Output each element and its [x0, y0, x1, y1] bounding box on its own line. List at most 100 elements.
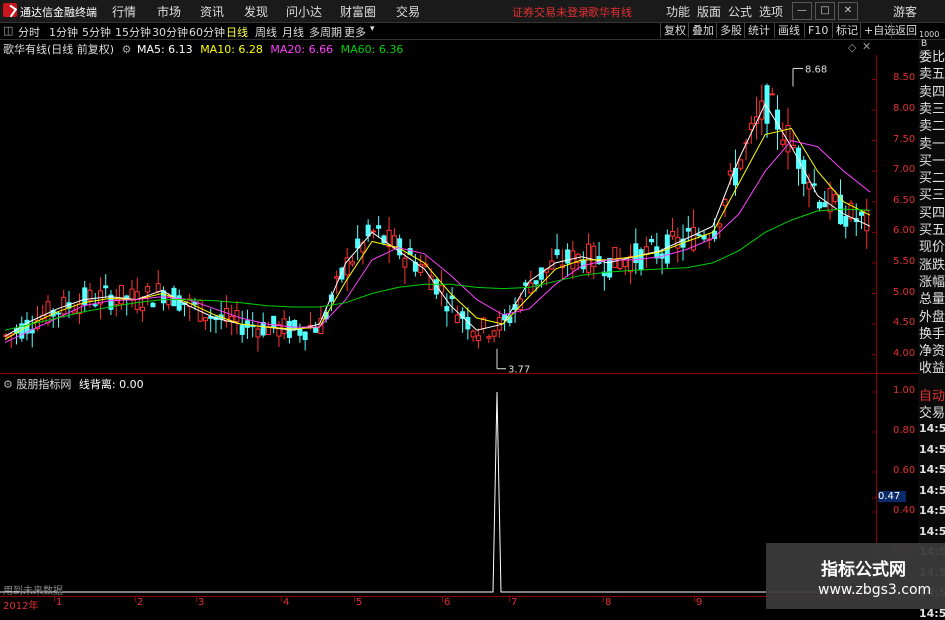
- tick-time: 14:56: [919, 422, 945, 435]
- candle-body: [628, 255, 634, 273]
- candle-body: [255, 328, 261, 338]
- quote-field-label: 买二: [919, 171, 945, 187]
- period-multi[interactable]: 多周期: [309, 24, 342, 40]
- period-1min[interactable]: 1分钟: [49, 24, 78, 40]
- menu-options[interactable]: 选项: [759, 3, 783, 20]
- period-timeshare[interactable]: 分时: [18, 24, 40, 40]
- candle-body: [297, 328, 303, 336]
- menu-ask[interactable]: 问小达: [286, 3, 322, 20]
- menu-wealth[interactable]: 财富圈: [340, 3, 376, 20]
- candle-body: [722, 198, 728, 206]
- auto-trade-label[interactable]: 交易: [919, 402, 945, 421]
- quote-field-label: 买一: [919, 153, 945, 169]
- period-5min[interactable]: 5分钟: [82, 24, 111, 40]
- candle-body: [580, 259, 586, 270]
- candle-body: [271, 315, 277, 328]
- btn-adjust[interactable]: 复权: [660, 23, 689, 38]
- candle-body: [244, 320, 250, 328]
- candle-body: [454, 314, 460, 324]
- menu-formula[interactable]: 公式: [728, 3, 752, 20]
- candle-body: [145, 285, 151, 293]
- candle-body: [349, 261, 355, 265]
- date-tick: [442, 597, 443, 602]
- login-warning[interactable]: 证券交易未登录: [512, 4, 589, 20]
- btn-stats[interactable]: 统计: [744, 23, 773, 38]
- period-60min[interactable]: 60分钟: [189, 24, 225, 40]
- candle-body: [166, 296, 172, 306]
- tick-time: 14:56: [919, 442, 945, 456]
- candle-body: [276, 323, 282, 337]
- date-tick: [694, 597, 695, 602]
- more-chevron-icon[interactable]: ▾: [370, 24, 375, 34]
- indicator-chart[interactable]: [0, 388, 877, 596]
- btn-mark[interactable]: 标记: [832, 23, 861, 38]
- watermark-url: www.zbgs3.com: [818, 582, 932, 598]
- candle-body: [565, 249, 571, 264]
- minimize-icon[interactable]: —: [792, 2, 812, 20]
- candle-body: [769, 93, 775, 96]
- btn-draw[interactable]: 画线: [774, 23, 803, 38]
- menu-market[interactable]: 市场: [157, 3, 181, 20]
- menu-layout[interactable]: 版面: [697, 3, 721, 20]
- period-toolbar: ◫ 分时 1分钟 5分钟 15分钟 30分钟 60分钟 日线 周线 月线 多周期…: [0, 23, 945, 40]
- candle-body: [685, 227, 691, 232]
- candle-body: [806, 181, 812, 190]
- date-tick: [603, 597, 604, 602]
- price-tick: 4.50: [893, 317, 916, 329]
- quote-field-label: 收益: [919, 361, 945, 377]
- menu-discover[interactable]: 发现: [244, 3, 268, 20]
- date-tick: [196, 597, 197, 602]
- ma-line-ma60: [4, 208, 871, 331]
- candle-body: [717, 223, 723, 228]
- menu-quotes[interactable]: 行情: [112, 3, 136, 20]
- candle-body: [859, 211, 865, 216]
- candle-body: [444, 306, 450, 312]
- period-monthly[interactable]: 月线: [282, 24, 304, 40]
- period-more[interactable]: 更多: [344, 24, 366, 40]
- menu-function[interactable]: 功能: [666, 3, 690, 20]
- candle-body: [334, 276, 340, 279]
- candle-body: [239, 324, 245, 335]
- period-30min[interactable]: 30分钟: [152, 24, 188, 40]
- date-year: 2012年: [3, 601, 39, 612]
- date-month-label: 2: [137, 597, 144, 608]
- btn-back[interactable]: 返回: [891, 23, 920, 38]
- quote-field-label: 买三: [919, 188, 945, 204]
- quote-field-label: 卖四: [919, 84, 945, 100]
- stock-name-title: 歌华有线: [588, 6, 632, 19]
- period-daily[interactable]: 日线: [226, 24, 248, 40]
- quote-field-label: 卖五: [919, 67, 945, 83]
- price-tick: 8.50: [893, 72, 916, 84]
- candle-body: [202, 317, 208, 322]
- diamond-icon[interactable]: ◇: [848, 41, 856, 54]
- period-15min[interactable]: 15分钟: [115, 24, 151, 40]
- menu-news[interactable]: 资讯: [200, 3, 224, 20]
- candlestick-chart[interactable]: 8.68 3.77: [0, 55, 877, 373]
- quote-field-label: 卖二: [919, 119, 945, 135]
- indicator-line: [0, 391, 876, 593]
- date-tick: [509, 597, 510, 602]
- date-month-label: 9: [696, 597, 703, 608]
- candle-body: [843, 216, 849, 227]
- btn-f10[interactable]: F10: [804, 23, 831, 38]
- candle-body: [313, 327, 319, 333]
- candle-body: [103, 285, 109, 289]
- tick-time: 14:56: [919, 463, 945, 476]
- right-col-sub: 1000: [919, 30, 940, 39]
- title-bar: 通达信金融终端 行情 市场 资讯 发现 问小达 财富圈 交易 证券交易未登录 歌…: [0, 0, 945, 23]
- menu-trade[interactable]: 交易: [396, 3, 420, 20]
- tick-time: 14:56: [919, 483, 945, 497]
- indicator-current-value: 0.47: [878, 491, 907, 502]
- close-icon[interactable]: ✕: [838, 2, 858, 20]
- maximize-icon[interactable]: □: [815, 2, 835, 20]
- date-tick: [281, 597, 282, 602]
- panel-close-icon[interactable]: ✕: [862, 40, 871, 53]
- toolbar-toggle-icon[interactable]: ◫: [3, 24, 13, 37]
- btn-overlay[interactable]: 叠加: [688, 23, 717, 38]
- btn-multistock[interactable]: 多股: [716, 23, 745, 38]
- candle-body: [822, 202, 828, 208]
- price-tick: 5.50: [893, 255, 916, 267]
- candle-body: [139, 306, 145, 312]
- period-weekly[interactable]: 周线: [255, 24, 277, 40]
- guest-label[interactable]: 游客: [893, 3, 917, 20]
